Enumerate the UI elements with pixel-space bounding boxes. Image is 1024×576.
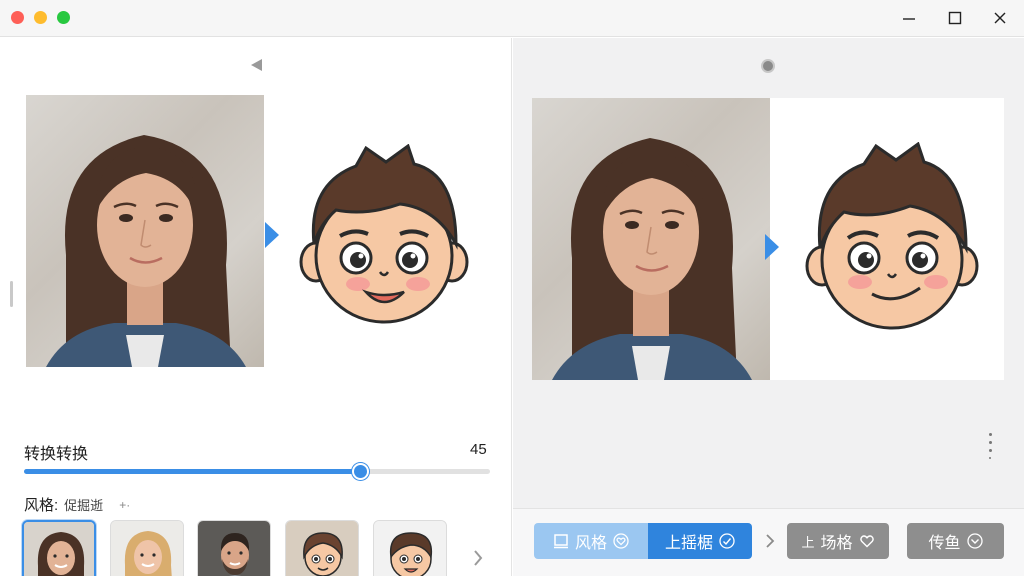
heart-icon	[613, 533, 629, 549]
minimize-icon	[903, 18, 915, 20]
editor-panel: 转换转换 45 风格: 促掘逝 +·	[0, 38, 512, 576]
chevron-down-circle-icon	[966, 533, 983, 549]
scene-button-prefix: 上	[801, 534, 815, 550]
record-indicator-icon	[761, 59, 775, 73]
minimize-button[interactable]	[896, 6, 922, 30]
scene-button[interactable]: 上 场格	[787, 523, 889, 559]
next-step-icon	[764, 531, 776, 551]
strength-slider[interactable]	[24, 463, 490, 480]
style-thumbnail-portrait-woman-blonde[interactable]	[110, 520, 184, 576]
slider-label: 转换转换	[24, 446, 89, 463]
preview-cartoon-avatar	[805, 142, 979, 330]
more-options-icon[interactable]	[987, 433, 993, 459]
add-style-icon[interactable]: +·	[119, 498, 130, 512]
comparison-preview	[532, 98, 1004, 380]
source-photo	[26, 95, 264, 367]
style-label: 风格:	[24, 497, 59, 514]
traffic-minimize-button[interactable]	[34, 11, 47, 24]
scene-button-label: 场格	[820, 535, 853, 552]
preview-panel: 风格 上摇椐 上 场格 传鱼	[513, 38, 1024, 576]
action-bar: 风格 上摇椐 上 场格 传鱼	[513, 508, 1024, 576]
heart-outline-icon	[859, 535, 874, 548]
thumbnails-next-button[interactable]	[470, 546, 486, 570]
check-circle-icon	[719, 533, 735, 549]
collapse-arrow-icon[interactable]	[249, 58, 263, 72]
upload-button-label: 上摇椐	[664, 535, 713, 552]
cartoon-avatar	[299, 144, 469, 324]
style-thumbnail-portrait-man-beard[interactable]	[197, 520, 271, 576]
frame-icon	[553, 534, 568, 549]
share-button-label: 传鱼	[928, 535, 961, 552]
style-thumbnail-cartoon-boy[interactable]	[373, 520, 447, 576]
style-hint: 促掘逝	[64, 498, 104, 513]
maximize-button[interactable]	[942, 6, 968, 30]
traffic-zoom-button[interactable]	[57, 11, 70, 24]
slider-fill	[24, 469, 360, 474]
traffic-close-button[interactable]	[11, 11, 24, 24]
transform-arrow-icon	[265, 222, 279, 248]
style-button-label: 风格	[574, 535, 607, 552]
maximize-icon	[948, 11, 962, 25]
slider-value: 45	[470, 441, 487, 458]
close-icon	[994, 12, 1006, 24]
preview-transform-arrow-icon	[765, 234, 779, 260]
preview-source-photo	[532, 98, 770, 380]
close-button[interactable]	[987, 6, 1013, 30]
resize-handle[interactable]	[10, 281, 13, 307]
title-bar	[0, 0, 1024, 37]
share-button[interactable]: 传鱼	[907, 523, 1004, 559]
slider-thumb[interactable]	[351, 463, 369, 480]
upload-button[interactable]: 上摇椐	[648, 523, 752, 559]
style-thumbnail-portrait-woman-dark-hair[interactable]	[22, 520, 96, 576]
style-row: 风格: 促掘逝 +·	[24, 494, 130, 515]
style-button[interactable]: 风格	[534, 523, 648, 559]
style-thumbnail-cartoon-girl[interactable]	[285, 520, 359, 576]
chevron-right-icon	[474, 550, 483, 566]
